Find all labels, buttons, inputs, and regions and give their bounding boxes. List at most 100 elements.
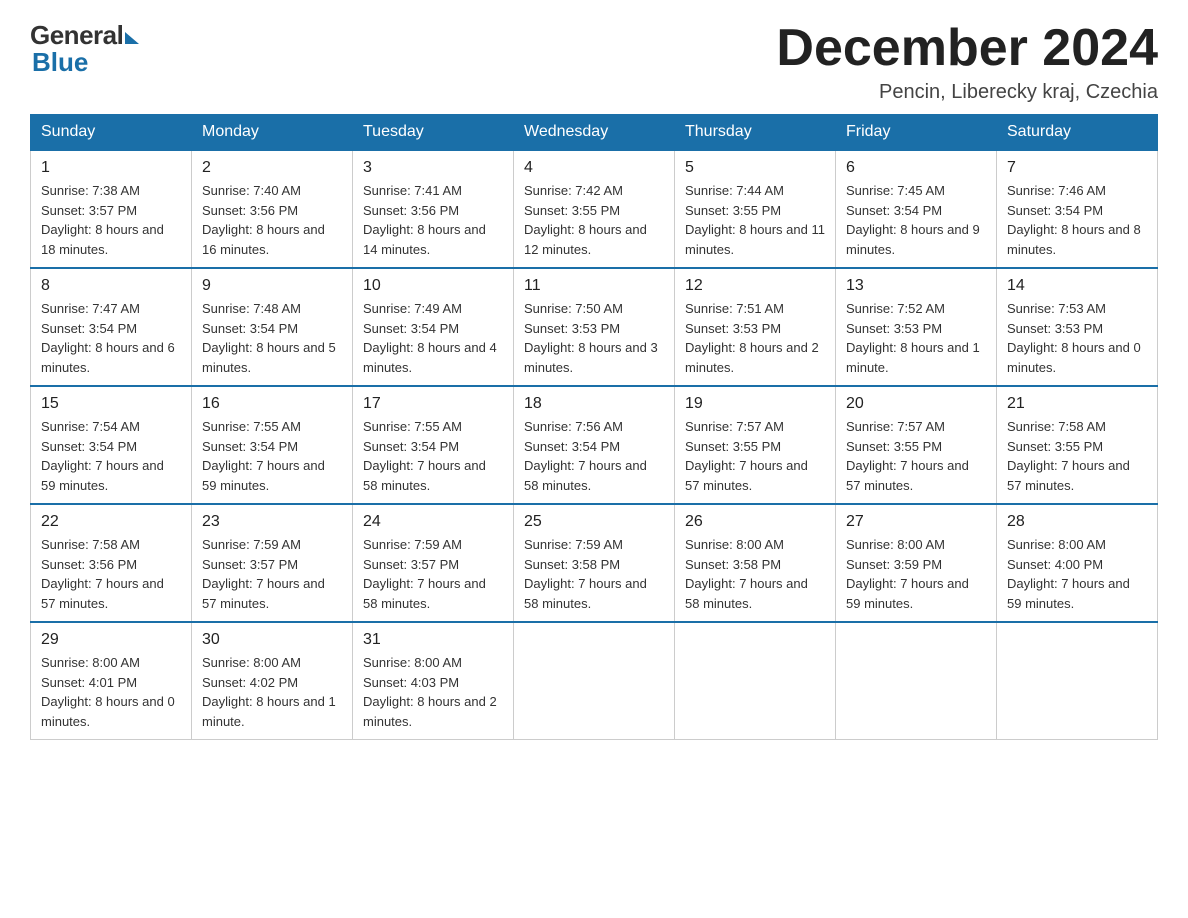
day-number: 3 xyxy=(363,159,503,177)
day-info: Sunrise: 7:58 AMSunset: 3:56 PMDaylight:… xyxy=(41,537,164,611)
calendar-header-row: SundayMondayTuesdayWednesdayThursdayFrid… xyxy=(31,115,1158,151)
calendar-cell: 13 Sunrise: 7:52 AMSunset: 3:53 PMDaylig… xyxy=(836,268,997,386)
day-number: 5 xyxy=(685,159,825,177)
day-info: Sunrise: 7:54 AMSunset: 3:54 PMDaylight:… xyxy=(41,419,164,493)
calendar-cell: 15 Sunrise: 7:54 AMSunset: 3:54 PMDaylig… xyxy=(31,386,192,504)
calendar-cell: 6 Sunrise: 7:45 AMSunset: 3:54 PMDayligh… xyxy=(836,150,997,268)
calendar-table: SundayMondayTuesdayWednesdayThursdayFrid… xyxy=(30,114,1158,740)
day-number: 24 xyxy=(363,513,503,531)
day-number: 2 xyxy=(202,159,342,177)
calendar-cell: 22 Sunrise: 7:58 AMSunset: 3:56 PMDaylig… xyxy=(31,504,192,622)
day-info: Sunrise: 7:56 AMSunset: 3:54 PMDaylight:… xyxy=(524,419,647,493)
day-number: 28 xyxy=(1007,513,1147,531)
calendar-cell: 30 Sunrise: 8:00 AMSunset: 4:02 PMDaylig… xyxy=(192,622,353,740)
calendar-cell xyxy=(997,622,1158,740)
day-info: Sunrise: 7:51 AMSunset: 3:53 PMDaylight:… xyxy=(685,301,819,375)
calendar-cell: 1 Sunrise: 7:38 AMSunset: 3:57 PMDayligh… xyxy=(31,150,192,268)
page-header: General Blue December 2024 Pencin, Liber… xyxy=(30,20,1158,104)
calendar-cell: 3 Sunrise: 7:41 AMSunset: 3:56 PMDayligh… xyxy=(353,150,514,268)
col-header-friday: Friday xyxy=(836,115,997,151)
day-number: 18 xyxy=(524,395,664,413)
day-number: 19 xyxy=(685,395,825,413)
calendar-cell: 10 Sunrise: 7:49 AMSunset: 3:54 PMDaylig… xyxy=(353,268,514,386)
calendar-cell: 29 Sunrise: 8:00 AMSunset: 4:01 PMDaylig… xyxy=(31,622,192,740)
logo-arrow-icon xyxy=(125,32,139,44)
calendar-cell: 28 Sunrise: 8:00 AMSunset: 4:00 PMDaylig… xyxy=(997,504,1158,622)
day-number: 1 xyxy=(41,159,181,177)
day-number: 27 xyxy=(846,513,986,531)
calendar-cell: 18 Sunrise: 7:56 AMSunset: 3:54 PMDaylig… xyxy=(514,386,675,504)
day-number: 22 xyxy=(41,513,181,531)
day-number: 9 xyxy=(202,277,342,295)
calendar-cell: 17 Sunrise: 7:55 AMSunset: 3:54 PMDaylig… xyxy=(353,386,514,504)
calendar-cell: 20 Sunrise: 7:57 AMSunset: 3:55 PMDaylig… xyxy=(836,386,997,504)
calendar-cell: 14 Sunrise: 7:53 AMSunset: 3:53 PMDaylig… xyxy=(997,268,1158,386)
day-number: 31 xyxy=(363,631,503,649)
day-info: Sunrise: 7:38 AMSunset: 3:57 PMDaylight:… xyxy=(41,183,164,257)
day-number: 29 xyxy=(41,631,181,649)
calendar-cell: 21 Sunrise: 7:58 AMSunset: 3:55 PMDaylig… xyxy=(997,386,1158,504)
week-row-1: 1 Sunrise: 7:38 AMSunset: 3:57 PMDayligh… xyxy=(31,150,1158,268)
day-info: Sunrise: 7:57 AMSunset: 3:55 PMDaylight:… xyxy=(846,419,969,493)
calendar-cell xyxy=(675,622,836,740)
day-info: Sunrise: 7:45 AMSunset: 3:54 PMDaylight:… xyxy=(846,183,980,257)
day-info: Sunrise: 7:57 AMSunset: 3:55 PMDaylight:… xyxy=(685,419,808,493)
col-header-monday: Monday xyxy=(192,115,353,151)
calendar-cell: 12 Sunrise: 7:51 AMSunset: 3:53 PMDaylig… xyxy=(675,268,836,386)
week-row-4: 22 Sunrise: 7:58 AMSunset: 3:56 PMDaylig… xyxy=(31,504,1158,622)
day-number: 11 xyxy=(524,277,664,295)
col-header-thursday: Thursday xyxy=(675,115,836,151)
logo-blue-text: Blue xyxy=(32,47,88,78)
day-number: 15 xyxy=(41,395,181,413)
calendar-cell xyxy=(836,622,997,740)
day-info: Sunrise: 7:53 AMSunset: 3:53 PMDaylight:… xyxy=(1007,301,1141,375)
calendar-cell: 19 Sunrise: 7:57 AMSunset: 3:55 PMDaylig… xyxy=(675,386,836,504)
week-row-2: 8 Sunrise: 7:47 AMSunset: 3:54 PMDayligh… xyxy=(31,268,1158,386)
day-number: 4 xyxy=(524,159,664,177)
day-info: Sunrise: 7:40 AMSunset: 3:56 PMDaylight:… xyxy=(202,183,325,257)
col-header-tuesday: Tuesday xyxy=(353,115,514,151)
calendar-cell: 7 Sunrise: 7:46 AMSunset: 3:54 PMDayligh… xyxy=(997,150,1158,268)
calendar-cell: 2 Sunrise: 7:40 AMSunset: 3:56 PMDayligh… xyxy=(192,150,353,268)
day-number: 13 xyxy=(846,277,986,295)
day-number: 14 xyxy=(1007,277,1147,295)
day-info: Sunrise: 7:42 AMSunset: 3:55 PMDaylight:… xyxy=(524,183,647,257)
day-info: Sunrise: 7:55 AMSunset: 3:54 PMDaylight:… xyxy=(363,419,486,493)
calendar-cell: 24 Sunrise: 7:59 AMSunset: 3:57 PMDaylig… xyxy=(353,504,514,622)
day-info: Sunrise: 7:59 AMSunset: 3:57 PMDaylight:… xyxy=(363,537,486,611)
calendar-cell: 25 Sunrise: 7:59 AMSunset: 3:58 PMDaylig… xyxy=(514,504,675,622)
day-info: Sunrise: 8:00 AMSunset: 3:59 PMDaylight:… xyxy=(846,537,969,611)
day-number: 7 xyxy=(1007,159,1147,177)
day-number: 10 xyxy=(363,277,503,295)
calendar-cell: 26 Sunrise: 8:00 AMSunset: 3:58 PMDaylig… xyxy=(675,504,836,622)
day-number: 17 xyxy=(363,395,503,413)
day-info: Sunrise: 7:59 AMSunset: 3:57 PMDaylight:… xyxy=(202,537,325,611)
calendar-cell: 4 Sunrise: 7:42 AMSunset: 3:55 PMDayligh… xyxy=(514,150,675,268)
day-info: Sunrise: 7:59 AMSunset: 3:58 PMDaylight:… xyxy=(524,537,647,611)
month-title: December 2024 xyxy=(776,20,1158,77)
day-info: Sunrise: 8:00 AMSunset: 3:58 PMDaylight:… xyxy=(685,537,808,611)
day-number: 16 xyxy=(202,395,342,413)
calendar-cell: 31 Sunrise: 8:00 AMSunset: 4:03 PMDaylig… xyxy=(353,622,514,740)
day-number: 8 xyxy=(41,277,181,295)
col-header-wednesday: Wednesday xyxy=(514,115,675,151)
col-header-saturday: Saturday xyxy=(997,115,1158,151)
calendar-cell xyxy=(514,622,675,740)
day-number: 20 xyxy=(846,395,986,413)
calendar-cell: 5 Sunrise: 7:44 AMSunset: 3:55 PMDayligh… xyxy=(675,150,836,268)
day-info: Sunrise: 8:00 AMSunset: 4:02 PMDaylight:… xyxy=(202,655,336,729)
calendar-cell: 11 Sunrise: 7:50 AMSunset: 3:53 PMDaylig… xyxy=(514,268,675,386)
calendar-cell: 27 Sunrise: 8:00 AMSunset: 3:59 PMDaylig… xyxy=(836,504,997,622)
title-section: December 2024 Pencin, Liberecky kraj, Cz… xyxy=(776,20,1158,104)
day-info: Sunrise: 8:00 AMSunset: 4:03 PMDaylight:… xyxy=(363,655,497,729)
day-info: Sunrise: 7:52 AMSunset: 3:53 PMDaylight:… xyxy=(846,301,980,375)
day-info: Sunrise: 7:58 AMSunset: 3:55 PMDaylight:… xyxy=(1007,419,1130,493)
day-number: 6 xyxy=(846,159,986,177)
day-number: 26 xyxy=(685,513,825,531)
day-info: Sunrise: 7:44 AMSunset: 3:55 PMDaylight:… xyxy=(685,183,825,257)
col-header-sunday: Sunday xyxy=(31,115,192,151)
calendar-cell: 8 Sunrise: 7:47 AMSunset: 3:54 PMDayligh… xyxy=(31,268,192,386)
calendar-cell: 16 Sunrise: 7:55 AMSunset: 3:54 PMDaylig… xyxy=(192,386,353,504)
day-number: 30 xyxy=(202,631,342,649)
week-row-5: 29 Sunrise: 8:00 AMSunset: 4:01 PMDaylig… xyxy=(31,622,1158,740)
